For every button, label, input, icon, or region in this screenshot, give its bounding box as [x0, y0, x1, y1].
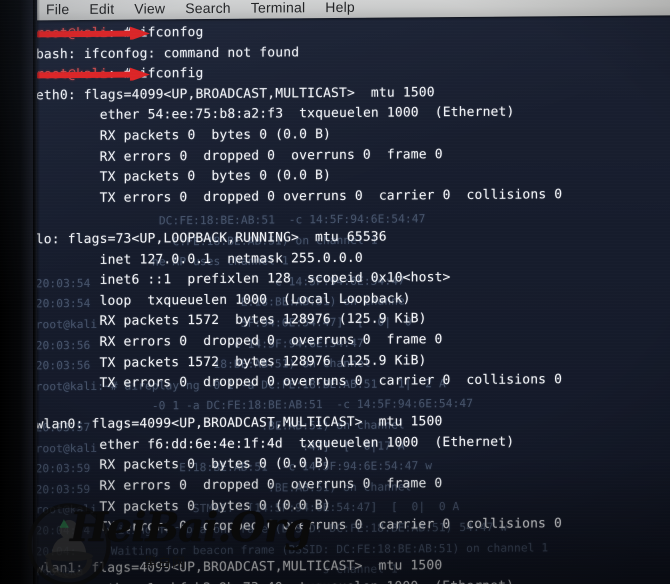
terminal-command: ifconfig [139, 66, 204, 82]
menu-item-help[interactable]: Help [325, 0, 355, 15]
terminal-output[interactable]: root@kali:~# ifconfog bash: ifconfog: com… [35, 19, 670, 584]
prompt-suffix: :~# [107, 66, 140, 82]
prompt-hostname: root@kali [35, 66, 108, 83]
shell-prompt: root@kali [35, 65, 150, 86]
screen-tilt-wrapper: DC:FE:18:BE:AB:51 -c 14:5F:94:6E:54:47 C… [0, 0, 670, 584]
menu-item-file[interactable]: File [46, 1, 69, 17]
menu-item-terminal[interactable]: Terminal [251, 0, 306, 16]
menu-item-edit[interactable]: Edit [89, 1, 114, 17]
prompt-suffix: :~# [107, 25, 140, 41]
shell-prompt: root@kali [35, 24, 150, 45]
photographed-monitor-screen: DC:FE:18:BE:AB:51 -c 14:5F:94:6E:54:47 C… [0, 0, 670, 584]
terminal-command: ifconfog [139, 25, 204, 41]
prompt-hostname: root@kali [35, 25, 108, 42]
menu-item-search[interactable]: Search [185, 0, 231, 16]
bezel-edge-shadow [33, 0, 40, 584]
monitor-bezel-left [0, 0, 37, 584]
menu-item-view[interactable]: View [134, 0, 165, 16]
